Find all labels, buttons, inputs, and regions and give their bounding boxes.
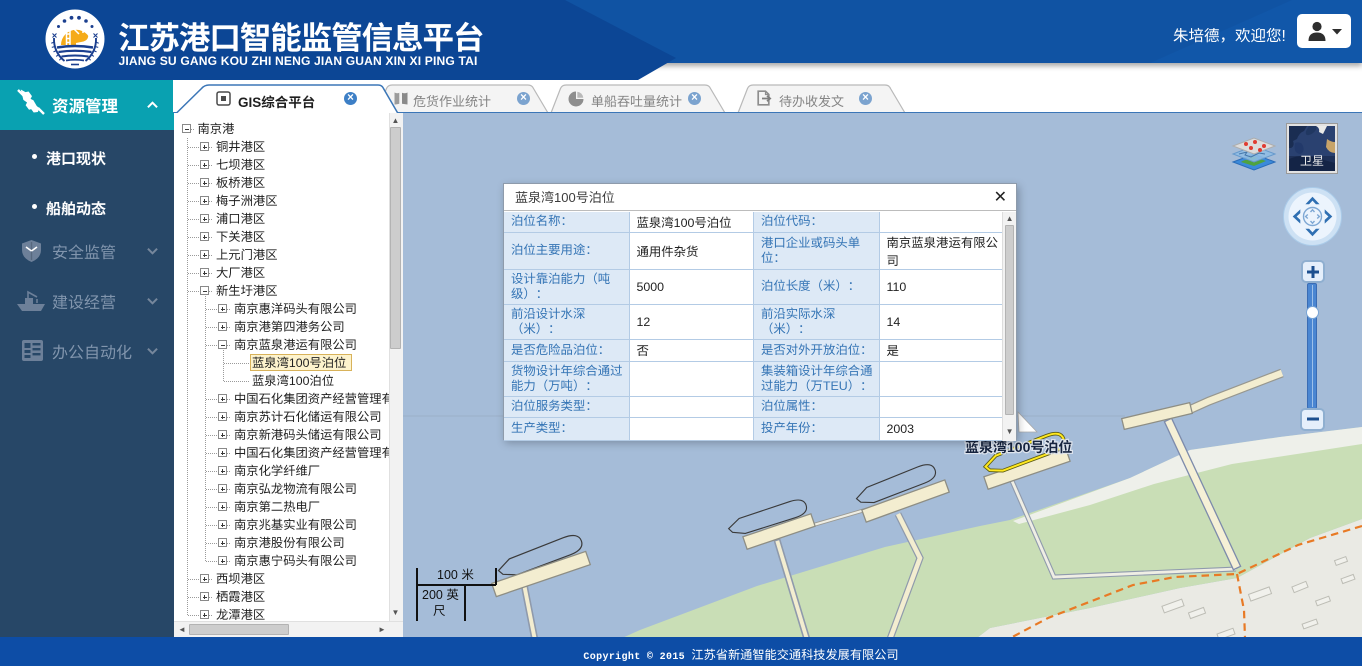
svg-text:蓝泉湾100号泊位: 蓝泉湾100号泊位 [965,439,1072,455]
svg-text:尺: 尺 [433,604,446,618]
svg-text:100 米: 100 米 [437,568,474,582]
svg-text:200 英: 200 英 [422,588,459,602]
